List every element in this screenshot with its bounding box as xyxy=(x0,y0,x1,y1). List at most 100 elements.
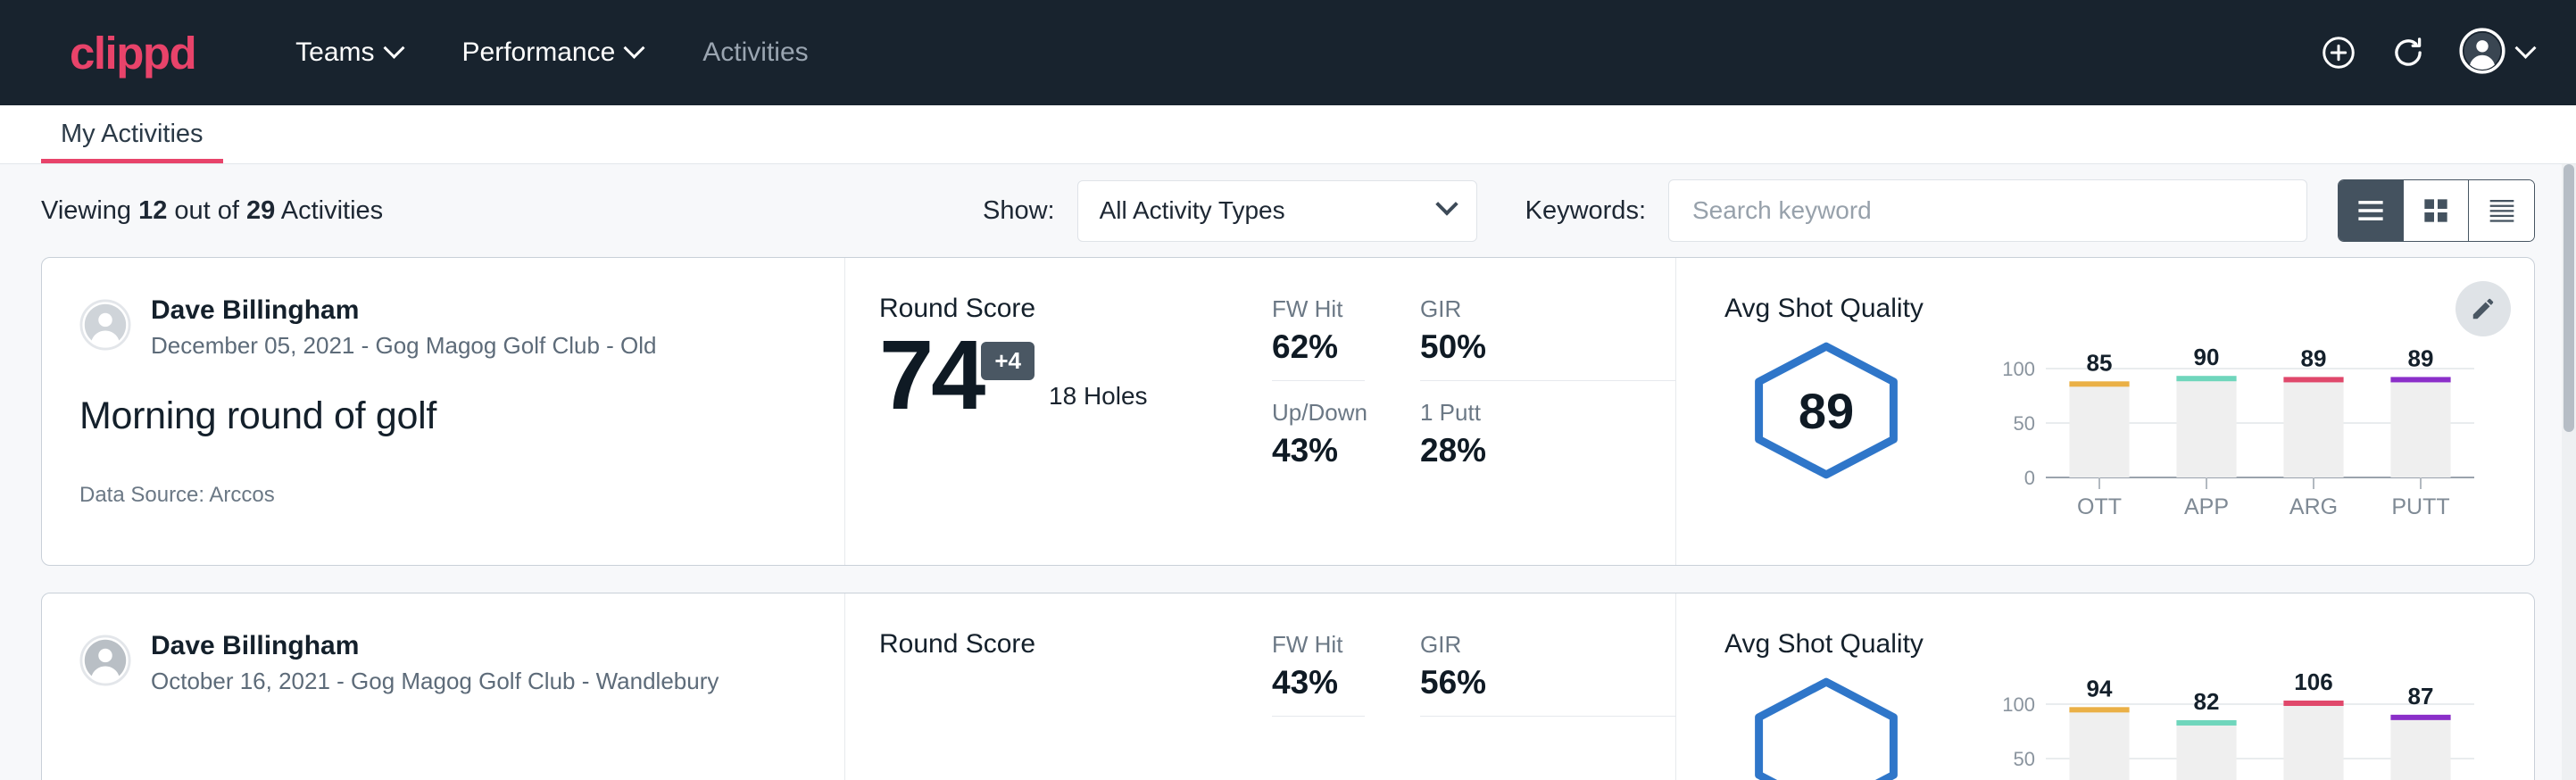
stat-one-putt-value: 28% xyxy=(1420,432,1675,469)
svg-text:APP: APP xyxy=(2184,494,2229,519)
svg-text:87: 87 xyxy=(2408,683,2434,709)
show-label: Show: xyxy=(983,196,1055,226)
score-to-par-badge: +4 xyxy=(981,342,1035,380)
round-score-column: Round Score 74 +4 18 Holes xyxy=(845,258,1265,565)
svg-text:100: 100 xyxy=(2002,358,2035,380)
avg-shot-quality-hexagon: 89 xyxy=(1746,340,1907,481)
player-identity: Dave Billingham October 16, 2021 - Gog M… xyxy=(151,629,719,696)
stat-up-down-value: 43% xyxy=(1272,432,1365,469)
svg-text:50: 50 xyxy=(2014,412,2035,435)
avg-shot-quality-value xyxy=(1746,676,1907,780)
nav-item-activities[interactable]: Activities xyxy=(672,37,838,68)
filter-controls: Show: All Activity Types Keywords: xyxy=(983,179,2535,242)
view-mode-compact-button[interactable] xyxy=(2469,180,2534,241)
stat-up-down: Up/Down 43% xyxy=(1272,399,1365,484)
round-score-label: Round Score xyxy=(879,629,1265,660)
tab-my-activities-label: My Activities xyxy=(61,120,204,149)
stat-fw-hit-value: 43% xyxy=(1272,664,1365,701)
stats-grid: FW Hit 43% GIR 56% xyxy=(1272,631,1675,734)
scrollbar-thumb[interactable] xyxy=(2564,164,2574,432)
pencil-icon xyxy=(2470,295,2497,322)
viewing-total: 29 xyxy=(246,196,275,225)
bar-chart-svg: 05010085OTT90APP89ARG89PUTT xyxy=(1982,336,2481,524)
navbar-actions xyxy=(2320,28,2533,79)
round-score-column: Round Score xyxy=(845,593,1265,780)
avg-shot-quality-body: 89 05010085OTT90APP89ARG89PUTT xyxy=(1724,331,2534,528)
avg-shot-quality-value: 89 xyxy=(1746,340,1907,481)
account-menu[interactable] xyxy=(2459,28,2533,79)
stat-up-down-label: Up/Down xyxy=(1272,399,1365,427)
chevron-down-icon xyxy=(1435,193,1458,215)
nav-item-performance-label: Performance xyxy=(462,37,616,68)
nav-item-teams[interactable]: Teams xyxy=(265,37,431,68)
avg-shot-quality-label: Avg Shot Quality xyxy=(1724,629,2534,660)
svg-text:89: 89 xyxy=(2408,344,2434,371)
round-score-value-row: 74 +4 18 Holes xyxy=(879,329,1265,423)
player-header: Dave Billingham October 16, 2021 - Gog M… xyxy=(79,629,844,696)
keywords-label: Keywords: xyxy=(1525,196,1646,226)
stat-gir-label: GIR xyxy=(1420,295,1675,323)
svg-text:89: 89 xyxy=(2301,344,2327,371)
player-name: Dave Billingham xyxy=(151,629,719,663)
svg-text:106: 106 xyxy=(2294,672,2332,695)
svg-text:85: 85 xyxy=(2087,349,2113,376)
svg-text:ARG: ARG xyxy=(2289,494,2338,519)
activity-type-select[interactable]: All Activity Types xyxy=(1077,180,1477,242)
stats-grid: FW Hit 62% GIR 50% Up/Down 43% 1 Putt 28… xyxy=(1272,295,1675,484)
stat-fw-hit-label: FW Hit xyxy=(1272,631,1365,659)
activity-summary-column: Dave Billingham December 05, 2021 - Gog … xyxy=(42,258,845,565)
activity-subtitle: October 16, 2021 - Gog Magog Golf Club -… xyxy=(151,667,719,697)
clippd-logo[interactable]: clippd xyxy=(70,30,195,76)
account-avatar-icon xyxy=(2459,28,2505,79)
stat-gir: GIR 56% xyxy=(1420,631,1675,717)
stat-fw-hit: FW Hit 62% xyxy=(1272,295,1365,381)
data-source-label: Data Source: xyxy=(79,483,209,507)
stat-fw-hit-label: FW Hit xyxy=(1272,295,1365,323)
svg-text:90: 90 xyxy=(2194,344,2220,370)
avatar xyxy=(79,299,131,355)
viewing-middle: out of xyxy=(167,196,246,225)
svg-text:100: 100 xyxy=(2002,693,2035,716)
edit-activity-button[interactable] xyxy=(2456,281,2511,336)
top-navbar: clippd Teams Performance Activities xyxy=(0,0,2576,105)
viewing-prefix: Viewing xyxy=(41,196,138,225)
player-name: Dave Billingham xyxy=(151,294,657,328)
view-mode-grid-button[interactable] xyxy=(2404,180,2469,241)
holes-played: 18 Holes xyxy=(1049,382,1148,411)
view-mode-list-button[interactable] xyxy=(2339,180,2404,241)
tab-my-activities[interactable]: My Activities xyxy=(41,105,223,163)
avg-shot-quality-label: Avg Shot Quality xyxy=(1724,294,2534,324)
stat-gir: GIR 50% xyxy=(1420,295,1675,381)
shot-quality-bar-chart: 05010094OTT82APP106ARG87PUTT xyxy=(1982,672,2481,780)
viewing-count-text: Viewing 12 out of 29 Activities xyxy=(41,196,383,226)
data-source: Data Source: Arccos xyxy=(79,483,844,508)
search-field-wrapper[interactable] xyxy=(1668,179,2307,242)
primary-nav: Teams Performance Activities xyxy=(265,37,838,68)
viewing-count: 12 xyxy=(138,196,167,225)
svg-text:50: 50 xyxy=(2014,748,2035,770)
avg-shot-quality-column: Avg Shot Quality 05010094OTT82APP106ARG8… xyxy=(1675,593,2534,780)
plus-circle-icon[interactable] xyxy=(2320,34,2357,71)
bar-chart-svg: 05010094OTT82APP106ARG87PUTT xyxy=(1982,672,2481,780)
avg-shot-quality-column: Avg Shot Quality 89 05010085OTT90APP89AR… xyxy=(1675,258,2534,565)
chevron-down-icon xyxy=(383,37,404,58)
chevron-down-icon xyxy=(2514,37,2536,58)
round-score-label: Round Score xyxy=(879,294,1265,324)
stat-one-putt-label: 1 Putt xyxy=(1420,399,1675,427)
activity-card[interactable]: Dave Billingham December 05, 2021 - Gog … xyxy=(41,257,2535,566)
refresh-icon[interactable] xyxy=(2389,34,2427,71)
stat-gir-value: 50% xyxy=(1420,328,1675,366)
list-view-icon xyxy=(2356,197,2386,224)
search-input[interactable] xyxy=(1692,196,2283,225)
tab-strip: My Activities xyxy=(0,105,2576,164)
page-scrollbar[interactable] xyxy=(2562,164,2576,780)
nav-item-performance[interactable]: Performance xyxy=(432,37,673,68)
avg-shot-quality-body: 05010094OTT82APP106ARG87PUTT xyxy=(1724,667,2534,780)
viewing-suffix: Activities xyxy=(275,196,383,225)
avatar xyxy=(79,635,131,691)
stats-column: FW Hit 62% GIR 50% Up/Down 43% 1 Putt 28… xyxy=(1265,258,1675,565)
round-score-value: 74 xyxy=(879,329,983,423)
activity-card[interactable]: Dave Billingham October 16, 2021 - Gog M… xyxy=(41,593,2535,780)
stat-gir-value: 56% xyxy=(1420,664,1675,701)
data-source-value: Arccos xyxy=(209,483,274,507)
